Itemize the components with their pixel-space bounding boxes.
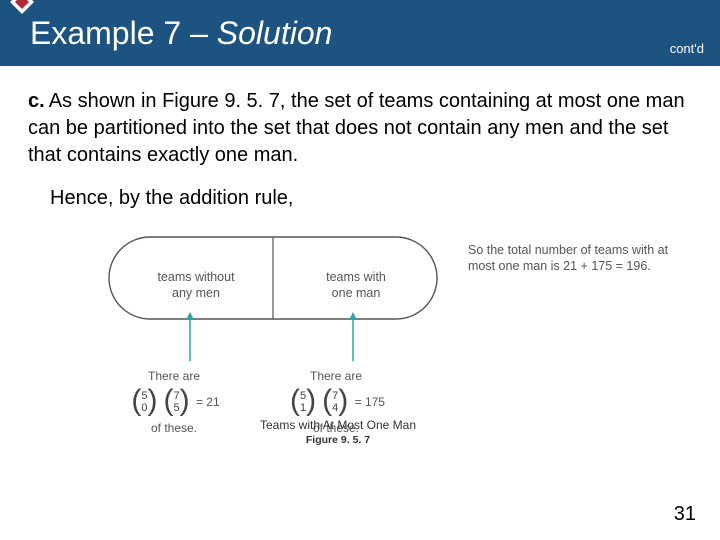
- figure-caption: Teams with At Most One Man Figure 9. 5. …: [188, 418, 488, 446]
- slide-body: c.As shown in Figure 9. 5. 7, the set of…: [0, 66, 720, 436]
- diamond-bullet-icon: [8, 0, 36, 16]
- page-number: 31: [674, 503, 696, 526]
- binom-7-4: (74): [319, 386, 351, 420]
- slide: Example 7 – Solution cont'd c.As shown i…: [0, 0, 720, 540]
- paragraph-c: c.As shown in Figure 9. 5. 7, the set of…: [28, 88, 692, 169]
- slide-title: Example 7 – Solution: [30, 15, 332, 52]
- para-text: As shown in Figure 9. 5. 7, the set of t…: [28, 90, 685, 166]
- caption-ref: Figure 9. 5. 7: [188, 434, 488, 446]
- continued-label: cont'd: [670, 41, 704, 56]
- caption-title: Teams with At Most One Man: [188, 418, 488, 432]
- title-text-plain: Example 7 –: [30, 15, 217, 51]
- binom-5-1: (51): [287, 386, 319, 420]
- item-label: c.: [28, 90, 45, 112]
- binom-7-5: (75): [160, 386, 192, 420]
- title-text-italic: Solution: [217, 15, 333, 51]
- arrows-icon: [108, 226, 438, 376]
- side-note: So the total number of teams with at mos…: [468, 242, 678, 275]
- binom-5-0: (50): [128, 386, 160, 420]
- figure: teams without any men teams with one man…: [28, 226, 692, 436]
- title-bar: Example 7 – Solution cont'd: [0, 0, 720, 66]
- hence-line: Hence, by the addition rule,: [50, 187, 692, 210]
